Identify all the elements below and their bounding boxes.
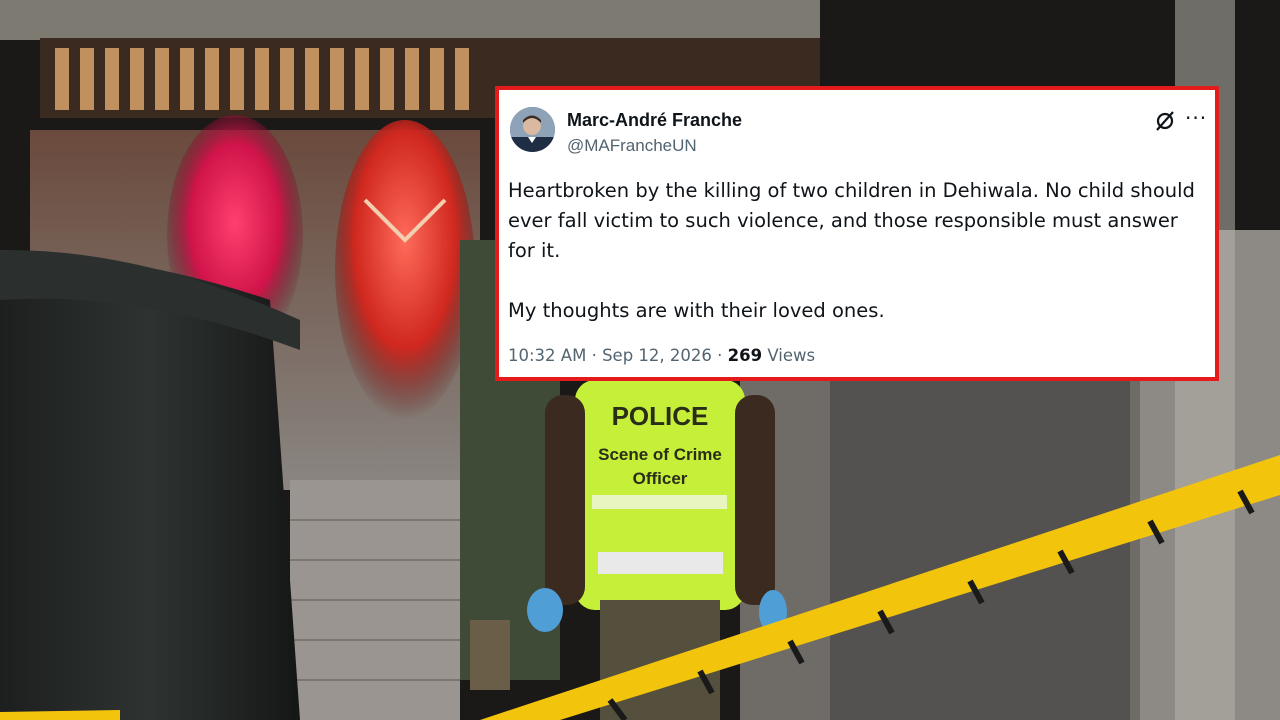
tweet-card[interactable]: Marc-André Franche @MAFrancheUN ··· Hear… [495, 86, 1219, 381]
author-name[interactable]: Marc-André Franche [567, 110, 742, 131]
avatar[interactable] [510, 107, 555, 152]
tweet-paragraph: Heartbroken by the killing of two childr… [508, 179, 1195, 262]
grok-icon[interactable] [1154, 110, 1176, 132]
meta-separator: · [717, 346, 723, 365]
meta-separator: · [591, 346, 597, 365]
vest-police-text: POLICE [612, 401, 709, 431]
author-handle[interactable]: @MAFrancheUN [567, 136, 697, 156]
tweet-text: Heartbroken by the killing of two childr… [508, 176, 1208, 326]
tweet-time[interactable]: 10:32 AM [508, 346, 586, 365]
more-icon[interactable]: ··· [1185, 108, 1207, 132]
vest-scene-text: Scene of Crime [598, 445, 722, 464]
vest-officer-text: Officer [633, 469, 688, 488]
tweet-paragraph: My thoughts are with their loved ones. [508, 299, 885, 322]
views-count: 269 [727, 346, 763, 365]
tweet-date[interactable]: Sep 12, 2026 [602, 346, 712, 365]
tweet-meta: 10:32 AM · Sep 12, 2026 · 269 Views [508, 346, 815, 365]
views-label: Views [767, 346, 816, 365]
